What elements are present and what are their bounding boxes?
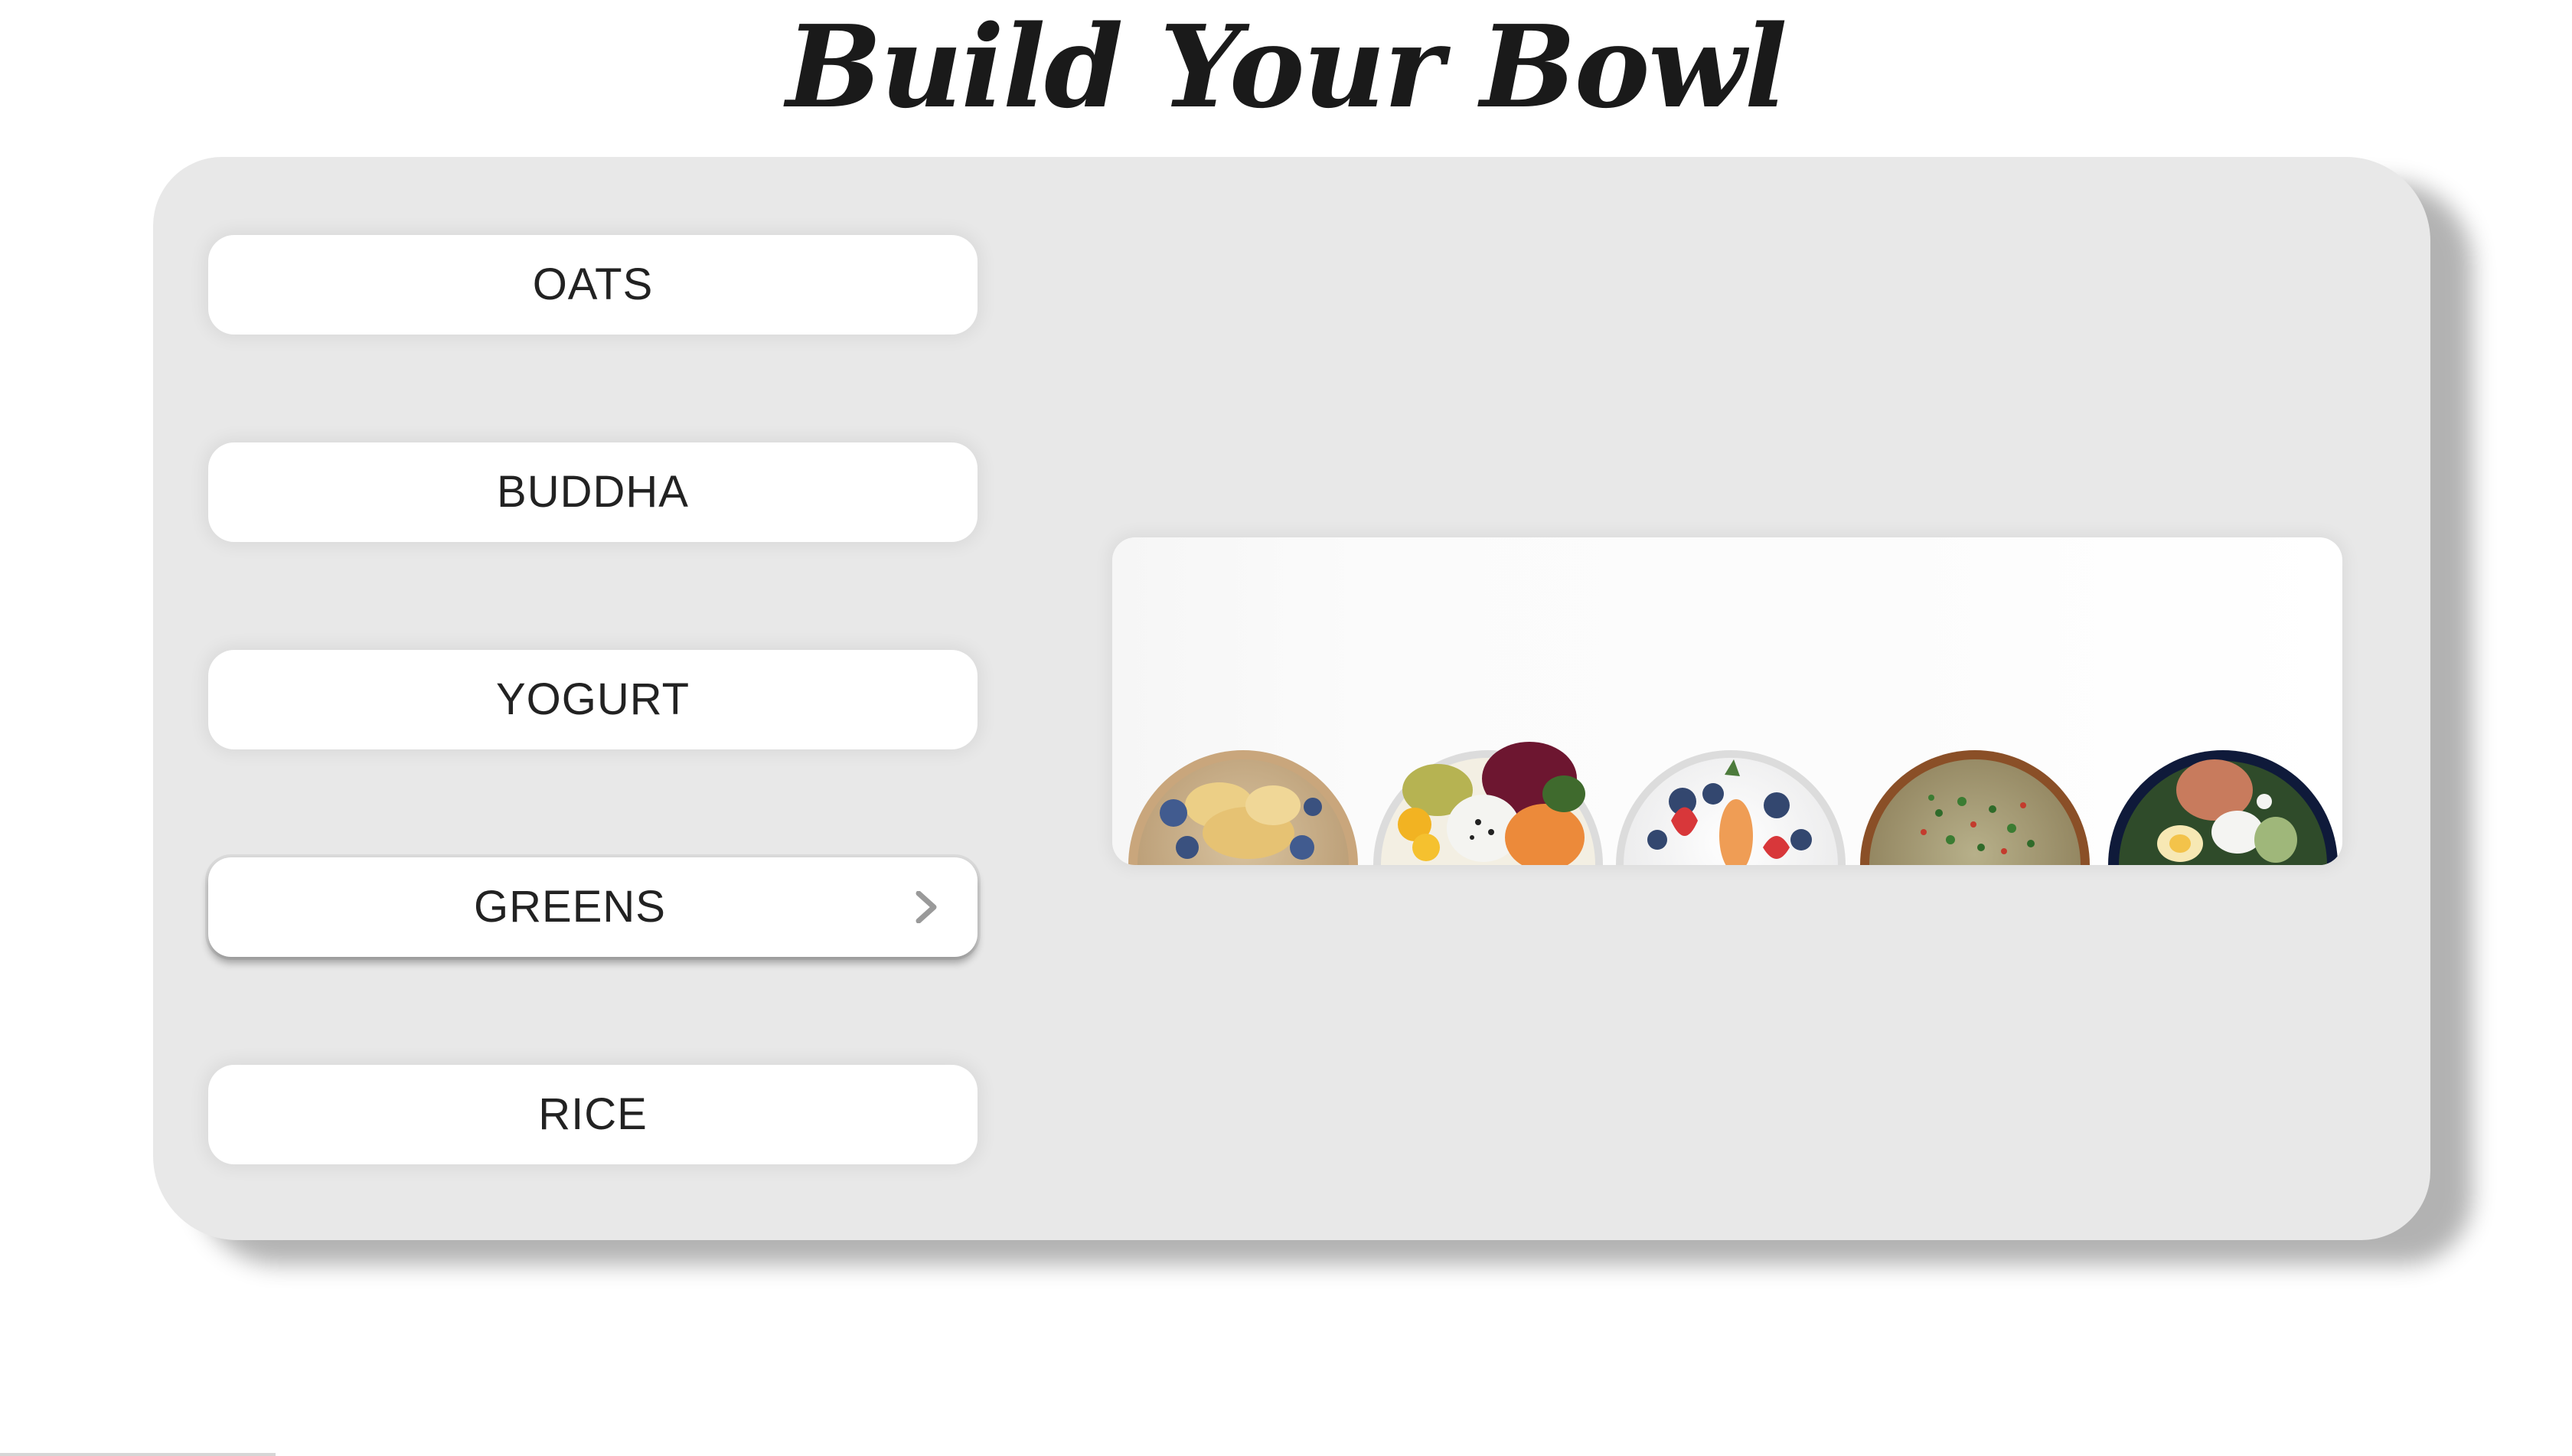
menu-item-label: OATS — [532, 260, 654, 309]
rice-bowl-image — [2108, 750, 2338, 865]
menu-item-buddha[interactable]: BUDDHA — [208, 442, 978, 542]
menu-item-greens[interactable]: GREENS — [208, 857, 978, 957]
menu-item-label: YOGURT — [495, 674, 690, 724]
menu-item-label: GREENS — [474, 882, 666, 932]
menu-item-rice[interactable]: RICE — [208, 1065, 978, 1164]
yogurt-bowl-image — [1616, 750, 1846, 865]
chevron-right-icon — [916, 891, 937, 923]
buddha-bowl-image — [1373, 742, 1603, 865]
bowl-builder-card: OATS BUDDHA YOGURT GREENS RICE — [153, 157, 2430, 1240]
menu-item-oats[interactable]: OATS — [208, 235, 978, 335]
greens-bowl-image — [1860, 750, 2090, 865]
bowl-images — [1128, 742, 2338, 865]
menu-item-yogurt[interactable]: YOGURT — [208, 650, 978, 749]
bowl-type-menu: OATS BUDDHA YOGURT GREENS RICE — [208, 235, 978, 1272]
horizontal-scrollbar[interactable] — [0, 1453, 276, 1456]
page-title: Build Your Bowl — [785, 0, 1787, 133]
menu-item-label: BUDDHA — [497, 467, 689, 517]
oats-bowl-image — [1128, 750, 1358, 865]
bowl-preview-panel — [1112, 537, 2342, 865]
menu-item-label: RICE — [538, 1089, 648, 1139]
